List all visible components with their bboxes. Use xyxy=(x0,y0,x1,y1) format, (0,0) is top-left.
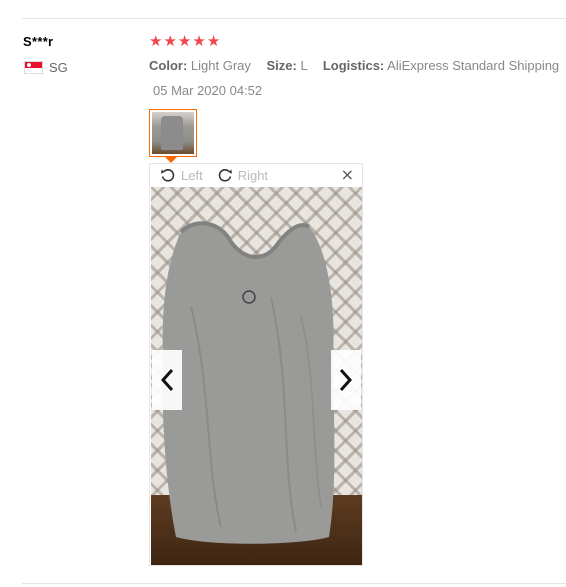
singapore-flag-icon xyxy=(24,61,43,74)
photo-viewer: Left Right × xyxy=(149,163,363,566)
reviewer-name: S***r xyxy=(23,34,54,49)
star-icon: ★ xyxy=(149,32,163,50)
attribute-key: Logistics: xyxy=(322,58,385,73)
viewer-toolbar: Left Right × xyxy=(150,164,362,186)
close-viewer-button[interactable]: × xyxy=(341,167,354,183)
chevron-right-icon xyxy=(339,368,353,392)
review-photo xyxy=(151,187,362,565)
top-divider xyxy=(22,18,566,19)
star-icon: ★ xyxy=(206,32,221,50)
next-photo-button[interactable] xyxy=(331,350,361,410)
attribute-key: Color: xyxy=(149,58,188,73)
rotate-left-button[interactable]: Left xyxy=(160,167,203,183)
reviewer-country: SG xyxy=(24,60,68,75)
attribute-size: Size: L xyxy=(267,58,311,73)
star-icon: ★ xyxy=(163,32,177,50)
thumbnail-image xyxy=(152,112,194,154)
attribute-value: AliExpress Standard Shipping xyxy=(387,58,560,73)
star-rating: ★ ★ ★ ★ ★ xyxy=(149,33,220,49)
attribute-logistics: Logistics: AliExpress Standard Shipping xyxy=(323,58,559,73)
review-date: 05 Mar 2020 04:52 xyxy=(153,83,263,98)
star-icon: ★ xyxy=(177,32,192,50)
review-attributes: Color: Light Gray Size: L Logistics: Ali… xyxy=(149,58,566,73)
rotate-right-icon xyxy=(218,169,232,182)
attribute-key: Size: xyxy=(266,58,297,73)
rotate-left-icon xyxy=(161,169,175,182)
star-icon: ★ xyxy=(192,32,206,50)
chevron-left-icon xyxy=(160,368,174,392)
attribute-color: Color: Light Gray xyxy=(149,58,255,73)
country-code: SG xyxy=(49,60,68,75)
previous-photo-button[interactable] xyxy=(152,350,182,410)
rotate-right-label: Right xyxy=(237,167,269,183)
attribute-value: Light Gray xyxy=(190,58,251,73)
rotate-right-button[interactable]: Right xyxy=(217,167,268,183)
review-photo-thumbnail[interactable] xyxy=(149,109,197,157)
bottom-divider xyxy=(22,583,566,584)
attribute-value: L xyxy=(300,58,308,73)
rotate-left-label: Left xyxy=(181,167,203,183)
